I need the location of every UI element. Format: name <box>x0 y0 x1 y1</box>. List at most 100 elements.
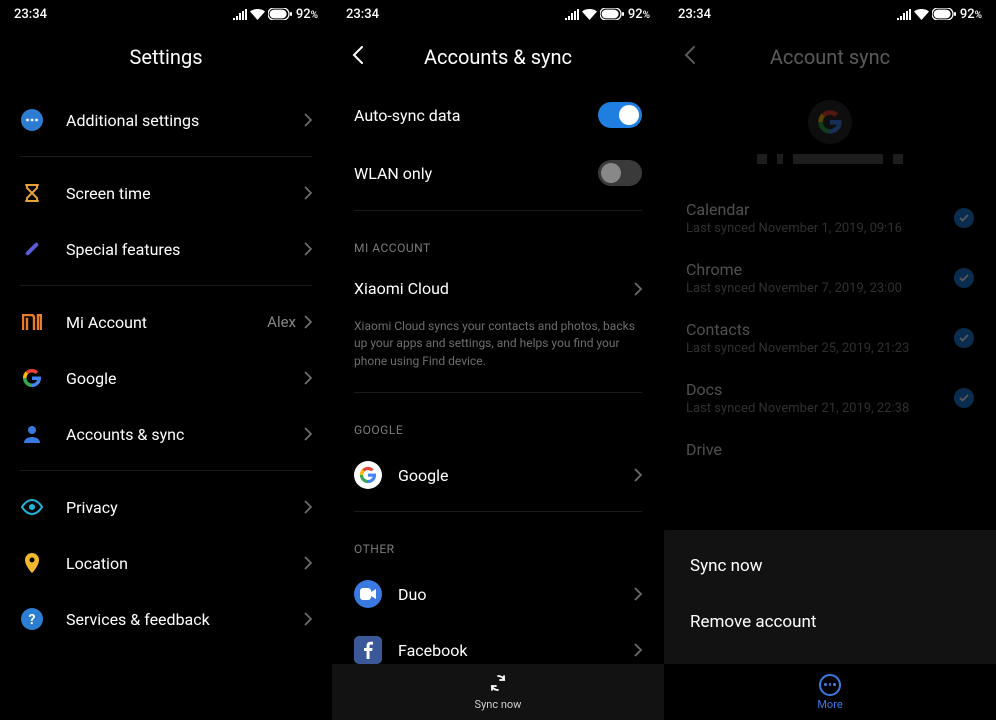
settings-item-additional[interactable]: Additional settings <box>0 92 332 148</box>
page-title: Accounts & sync <box>424 45 572 69</box>
check-icon <box>954 208 974 228</box>
account-email-redacted <box>664 154 996 164</box>
bottom-bar-more[interactable]: More <box>664 664 996 720</box>
mi-icon <box>20 310 44 334</box>
menu-sync-now[interactable]: Sync now <box>664 538 996 594</box>
divider <box>20 156 312 157</box>
chevron-right-icon <box>304 612 312 626</box>
settings-item-special[interactable]: Special features <box>0 221 332 277</box>
settings-item-mi-account[interactable]: Mi Account Alex <box>0 294 332 350</box>
page-title: Settings <box>129 45 202 69</box>
settings-item-google[interactable]: Google <box>0 350 332 406</box>
settings-item-label: Services & feedback <box>66 610 304 629</box>
battery-percent: 92% <box>628 7 650 22</box>
toggle-switch[interactable] <box>598 102 642 128</box>
sync-item-title: Docs <box>686 380 909 399</box>
settings-item-value: Alex <box>267 313 296 331</box>
status-bar: 23:34 92% <box>664 0 996 28</box>
chevron-right-icon <box>304 113 312 127</box>
back-button[interactable] <box>684 46 695 68</box>
sync-item-calendar[interactable]: Calendar Last synced November 1, 2019, 0… <box>664 188 996 248</box>
battery-icon <box>932 8 956 20</box>
dots-icon <box>20 108 44 132</box>
google-icon <box>808 100 852 144</box>
chevron-right-icon <box>634 643 642 657</box>
settings-item-accounts-sync[interactable]: Accounts & sync <box>0 406 332 462</box>
chevron-right-icon <box>304 427 312 441</box>
item-google[interactable]: Google <box>332 447 664 503</box>
sync-icon <box>489 674 507 696</box>
page-title: Account sync <box>770 45 890 69</box>
settings-item-label: Mi Account <box>66 313 267 332</box>
chevron-right-icon <box>304 186 312 200</box>
item-label: Facebook <box>398 641 634 660</box>
battery-icon <box>600 8 624 20</box>
duo-icon <box>354 580 382 608</box>
bottom-bar-sync-now[interactable]: Sync now <box>332 664 664 720</box>
facebook-icon <box>354 636 382 664</box>
google-icon <box>20 366 44 390</box>
toggle-wlan-only[interactable]: WLAN only <box>332 144 664 202</box>
settings-item-label: Privacy <box>66 498 304 517</box>
settings-item-label: Location <box>66 554 304 573</box>
settings-item-label: Accounts & sync <box>66 425 304 444</box>
wifi-icon <box>250 9 265 20</box>
eye-icon <box>20 495 44 519</box>
toggle-auto-sync[interactable]: Auto-sync data <box>332 86 664 144</box>
sync-item-sub: Last synced November 21, 2019, 22:38 <box>686 401 909 416</box>
sync-item-drive[interactable]: Drive <box>664 428 996 471</box>
account-avatar <box>664 100 996 144</box>
chevron-right-icon <box>304 371 312 385</box>
svg-text:?: ? <box>29 612 36 628</box>
accounts-sync-content: Auto-sync data WLAN only MI ACCOUNT Xiao… <box>332 86 664 664</box>
settings-item-label: Additional settings <box>66 111 304 130</box>
back-button[interactable] <box>352 46 363 68</box>
item-label: Duo <box>398 585 634 604</box>
settings-item-location[interactable]: Location <box>0 535 332 591</box>
item-duo[interactable]: Duo <box>332 566 664 622</box>
settings-item-screen-time[interactable]: Screen time <box>0 165 332 221</box>
hourglass-icon <box>20 181 44 205</box>
status-time: 23:34 <box>346 7 379 22</box>
battery-icon <box>268 8 292 20</box>
sync-item-title: Calendar <box>686 200 902 219</box>
signal-icon <box>897 9 911 20</box>
status-icons <box>897 8 956 20</box>
divider <box>354 210 642 211</box>
chevron-right-icon <box>304 315 312 329</box>
header: Account sync <box>664 28 996 86</box>
chevron-right-icon <box>634 282 642 296</box>
status-icons <box>233 8 292 20</box>
item-label: Xiaomi Cloud <box>354 279 634 298</box>
menu-sheet: Sync now Remove account <box>664 530 996 664</box>
section-other: OTHER <box>332 520 664 566</box>
settings-item-privacy[interactable]: Privacy <box>0 479 332 535</box>
wand-icon <box>20 237 44 261</box>
check-icon <box>954 388 974 408</box>
help-icon: ? <box>20 607 44 631</box>
settings-item-label: Screen time <box>66 184 304 203</box>
check-icon <box>954 328 974 348</box>
divider <box>354 511 642 512</box>
section-google: GOOGLE <box>332 401 664 447</box>
sync-item-title: Drive <box>686 440 722 459</box>
settings-item-services[interactable]: ? Services & feedback <box>0 591 332 647</box>
item-label: Google <box>398 466 634 485</box>
item-xiaomi-cloud[interactable]: Xiaomi Cloud <box>332 265 664 312</box>
sync-item-chrome[interactable]: Chrome Last synced November 7, 2019, 23:… <box>664 248 996 308</box>
settings-item-label: Google <box>66 369 304 388</box>
toggle-label: Auto-sync data <box>354 106 460 125</box>
divider <box>354 392 642 393</box>
screen-accounts-sync: 23:34 92% Accounts & sync Auto-sync data… <box>332 0 664 720</box>
sync-item-contacts[interactable]: Contacts Last synced November 25, 2019, … <box>664 308 996 368</box>
toggle-switch[interactable] <box>598 160 642 186</box>
sync-item-title: Contacts <box>686 320 909 339</box>
pin-icon <box>20 551 44 575</box>
item-facebook[interactable]: Facebook <box>332 622 664 664</box>
status-icons <box>565 8 624 20</box>
sync-item-docs[interactable]: Docs Last synced November 21, 2019, 22:3… <box>664 368 996 428</box>
menu-remove-account[interactable]: Remove account <box>664 594 996 650</box>
bottom-label: More <box>817 698 842 711</box>
status-time: 23:34 <box>14 7 47 22</box>
status-bar: 23:34 92% <box>0 0 332 28</box>
